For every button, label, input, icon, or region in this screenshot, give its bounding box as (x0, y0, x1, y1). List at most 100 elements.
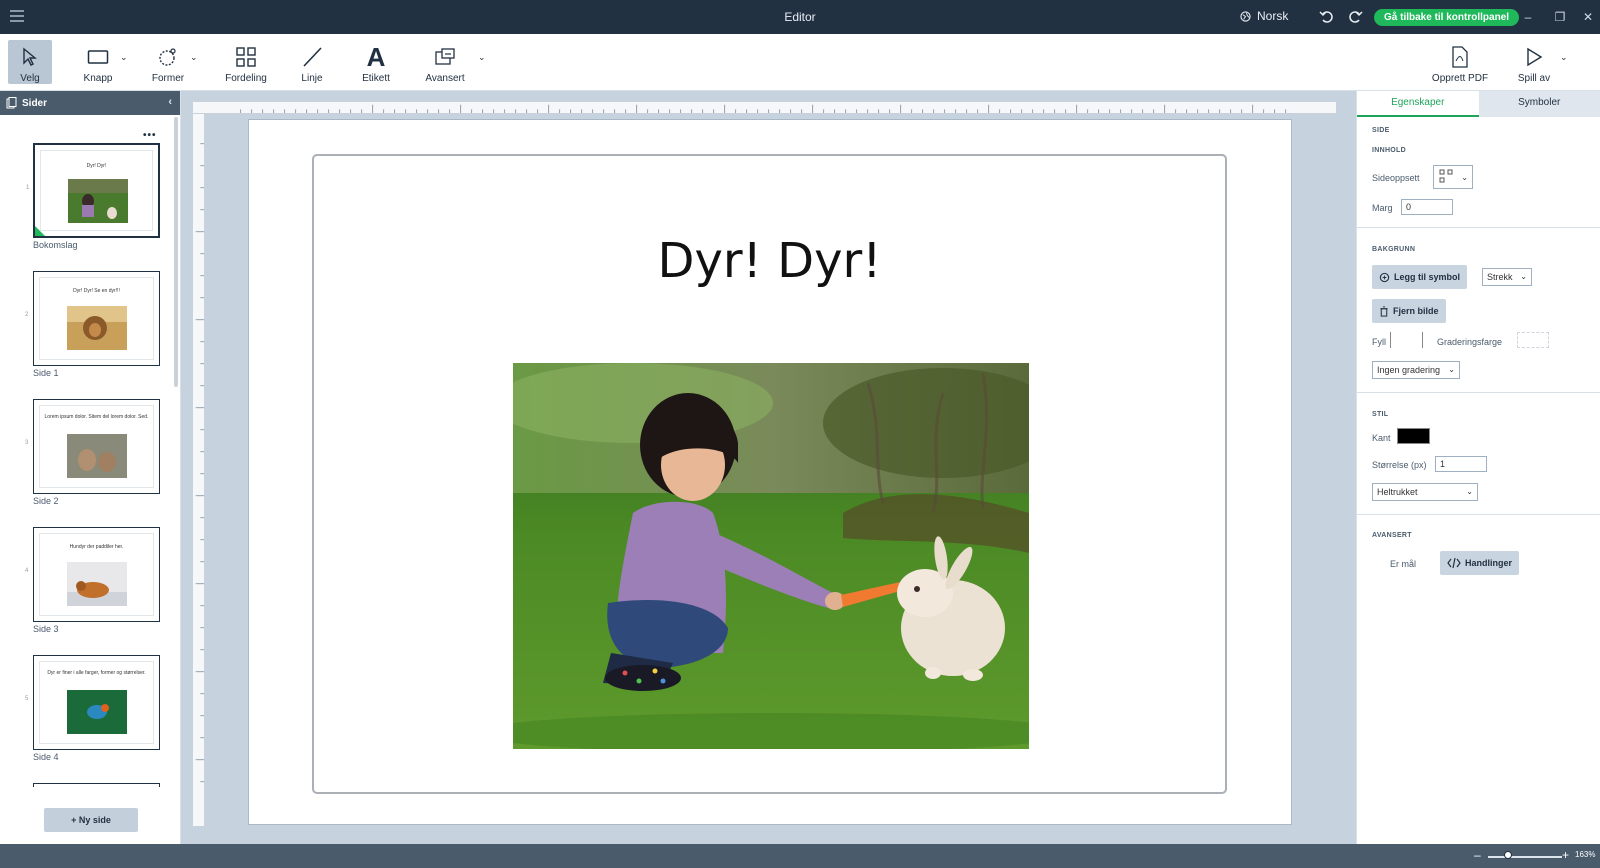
fill-color-swatch[interactable] (1390, 332, 1423, 348)
pages-scrollbar[interactable] (174, 117, 178, 387)
page-thumbnail-side-2[interactable]: 3 Lorem ipsum dolor. Sitem del lorem dol… (25, 399, 160, 494)
thumbnail-image (67, 562, 127, 606)
section-style: STIL (1372, 411, 1389, 418)
selected-marker (35, 226, 45, 236)
page-thumbnail-side-3[interactable]: 4 Hundyr der paddiler her. (25, 527, 160, 622)
advanced-tool-label: Avansert (425, 73, 465, 84)
tab-properties[interactable]: Egenskaper (1357, 91, 1479, 117)
redo-icon[interactable] (1346, 8, 1364, 26)
button-shape-icon (87, 50, 109, 64)
shapes-tool[interactable]: Former ⌄ (146, 40, 198, 84)
hamburger-menu-icon[interactable] (10, 10, 24, 24)
remove-image-label: Fjern bilde (1393, 306, 1439, 316)
thumbnail-label: Side 2 (33, 496, 59, 506)
label-tool[interactable]: A Etikett (356, 40, 396, 84)
chevron-down-icon[interactable]: ⌄ (120, 52, 128, 63)
new-page-button[interactable]: + Ny side (44, 808, 138, 832)
thumbnail-number: 2 (25, 312, 29, 318)
undo-icon[interactable] (1318, 8, 1336, 26)
chevron-down-icon: ⌄ (1520, 272, 1527, 281)
size-input[interactable]: 1 (1435, 456, 1487, 472)
zoom-slider[interactable] (1488, 856, 1562, 858)
distribution-tool-label: Fordeling (225, 73, 267, 84)
child-feeding-rabbit-image[interactable] (513, 363, 1029, 749)
thumbnail-image (68, 179, 128, 223)
margin-input[interactable]: 0 (1401, 199, 1453, 215)
stretch-select[interactable]: Strekk ⌄ (1482, 268, 1532, 286)
back-to-dashboard-button[interactable]: Gå tilbake til kontrollpanel (1374, 9, 1520, 26)
button-tool[interactable]: Knapp ⌄ (76, 40, 128, 84)
section-advanced: AVANSERT (1372, 532, 1412, 539)
thumbnail-number: 5 (25, 696, 29, 702)
language-selector[interactable]: Norsk (1240, 9, 1288, 23)
add-symbol-button[interactable]: Legg til symbol (1372, 265, 1468, 289)
chevron-down-icon[interactable]: ⌄ (478, 52, 486, 63)
advanced-tool[interactable]: Avansert ⌄ (420, 40, 486, 84)
grid-icon (236, 47, 256, 67)
gradient-color-swatch[interactable] (1517, 332, 1549, 348)
page-title[interactable]: Dyr! Dyr! (314, 233, 1225, 289)
zoom-out-button[interactable]: – (1474, 848, 1481, 862)
zoom-in-button[interactable]: + (1562, 848, 1569, 862)
zoom-level: 163% (1575, 850, 1596, 859)
line-tool[interactable]: Linje (292, 40, 332, 84)
actions-label: Handlinger (1465, 558, 1513, 568)
gradient-select[interactable]: Ingen gradering ⌄ (1372, 361, 1460, 379)
page-thumbnail-side-4[interactable]: 5 Dyr er finer i alle farger, former og … (25, 655, 160, 750)
pages-panel-header: Sider ‹ (0, 91, 180, 115)
thumbnail-label: Side 3 (33, 624, 59, 634)
add-symbol-label: Legg til symbol (1394, 272, 1461, 282)
thumbnail-text: Dyr! Dyr! Se en dyr!!! (73, 288, 120, 294)
text-a-icon: A (366, 42, 386, 72)
toolbar: Velg Knapp ⌄ Former ⌄ Fordeling Linje A … (0, 34, 1600, 91)
thumbnail-number: 3 (25, 440, 29, 446)
collapse-panel-icon[interactable]: ‹ (168, 96, 172, 108)
play-label: Spill av (1517, 73, 1551, 84)
button-tool-label: Knapp (83, 73, 113, 84)
play-button[interactable]: Spill av ⌄ (1512, 40, 1568, 84)
page-layout-select[interactable]: ⌄ (1433, 165, 1473, 189)
code-icon (1447, 558, 1461, 568)
section-background: BAKGRUNN (1372, 246, 1416, 253)
tab-symbols[interactable]: Symboler (1478, 91, 1600, 117)
divider (1357, 514, 1600, 515)
select-tool[interactable]: Velg (8, 40, 52, 84)
actions-button[interactable]: Handlinger (1440, 551, 1520, 575)
chevron-down-icon[interactable]: ⌄ (1560, 52, 1568, 63)
line-style-value: Heltrukket (1377, 487, 1418, 497)
close-button[interactable]: ✕ (1580, 9, 1596, 25)
chevron-down-icon[interactable]: ⌄ (190, 52, 198, 63)
page-thumbnail-side-1[interactable]: 2 Dyr! Dyr! Se en dyr!!! (25, 271, 160, 366)
section-content: INNHOLD (1372, 147, 1406, 154)
is-target-checkbox[interactable]: Er mål (1390, 559, 1416, 569)
symbol-icon (1379, 272, 1390, 282)
border-color-swatch[interactable] (1397, 428, 1430, 444)
layout-icon (1439, 169, 1453, 183)
distribution-tool[interactable]: Fordeling (220, 40, 272, 84)
thumbnail-number: 1 (26, 185, 30, 191)
create-pdf-label: Opprett PDF (1431, 73, 1489, 84)
remove-image-button[interactable]: Fjern bilde (1372, 299, 1446, 323)
line-icon (303, 47, 322, 67)
gradient-value: Ingen gradering (1377, 365, 1441, 375)
thumbnail-image (67, 306, 127, 350)
section-side: SIDE (1372, 127, 1390, 134)
page-thumbnail-cover[interactable]: 1 Dyr! Dyr! (26, 143, 160, 238)
chevron-down-icon: ⌄ (1448, 365, 1455, 374)
create-pdf-button[interactable]: Opprett PDF (1428, 40, 1492, 84)
line-tool-label: Linje (301, 73, 323, 84)
maximize-button[interactable]: ❐ (1552, 9, 1568, 25)
page-canvas[interactable]: Dyr! Dyr! (248, 119, 1292, 825)
thumbnail-image (67, 434, 127, 478)
thumbnail-image (67, 690, 127, 734)
line-style-select[interactable]: Heltrukket ⌄ (1372, 483, 1478, 501)
pages-icon (6, 97, 17, 109)
properties-tabs: Egenskaper Symboler (1357, 91, 1600, 117)
zoom-slider-handle[interactable] (1504, 851, 1512, 859)
page-thumbnail-partial[interactable] (33, 783, 160, 787)
chevron-down-icon: ⌄ (1466, 487, 1473, 496)
content-frame[interactable]: Dyr! Dyr! (312, 154, 1227, 794)
page-options-icon[interactable]: ••• (143, 130, 157, 141)
minimize-button[interactable]: – (1520, 9, 1536, 25)
globe-icon (1240, 10, 1251, 22)
